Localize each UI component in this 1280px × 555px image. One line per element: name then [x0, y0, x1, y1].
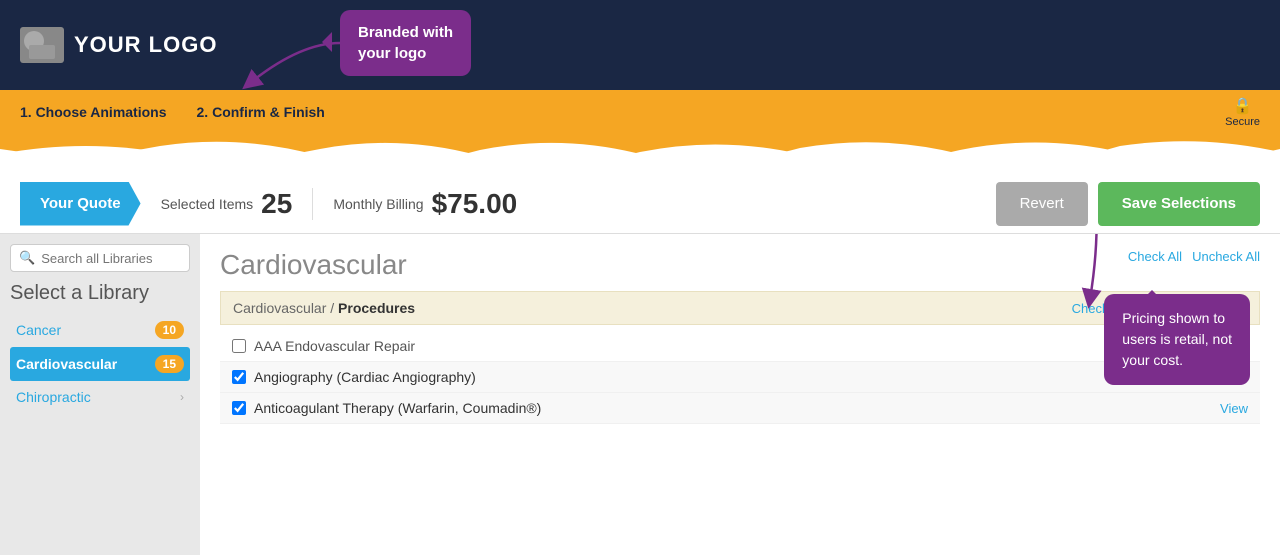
chiropractic-label: Chiropractic [16, 389, 91, 405]
search-input[interactable] [41, 251, 181, 266]
procedure-item-anticoagulant: Anticoagulant Therapy (Warfarin, Coumadi… [220, 393, 1260, 424]
search-icon: 🔍 [19, 250, 35, 266]
quote-actions: Revert Save Selections [996, 182, 1260, 226]
selected-items-label: Selected Items [161, 196, 254, 212]
procedure-label-angiography: Angiography (Cardiac Angiography) [254, 369, 476, 385]
checkbox-angiography[interactable] [232, 370, 246, 384]
content-area: Cardiovascular Check All Uncheck All Car… [200, 234, 1280, 555]
section-title: Cardiovascular [220, 249, 407, 281]
cancer-label: Cancer [16, 322, 61, 338]
sidebar-item-cardiovascular[interactable]: Cardiovascular 15 [10, 347, 190, 381]
cardiovascular-label: Cardiovascular [16, 356, 117, 372]
top-uncheck-all[interactable]: Uncheck All [1192, 249, 1260, 264]
wave-svg [0, 134, 1280, 174]
library-title: Select a Library [10, 282, 190, 305]
revert-button[interactable]: Revert [996, 182, 1088, 226]
lock-icon: 🔒 [1233, 96, 1253, 116]
logo-area: YOUR LOGO [20, 27, 217, 63]
pricing-callout: Pricing shown to users is retail, not yo… [1104, 294, 1250, 385]
selected-items-section: Selected Items 25 [161, 188, 314, 220]
branded-callout: Branded with your logo [340, 10, 471, 76]
search-box[interactable]: 🔍 [10, 244, 190, 272]
view-anticoagulant[interactable]: View [1220, 401, 1248, 416]
billing-section: Monthly Billing $75.00 [333, 188, 995, 220]
sidebar: 🔍 Select a Library Cancer 10 Cardiovascu… [0, 234, 200, 555]
cancer-badge: 10 [155, 321, 184, 339]
your-quote-badge: Your Quote [20, 182, 141, 226]
procedure-label-anticoagulant: Anticoagulant Therapy (Warfarin, Coumadi… [254, 400, 541, 416]
procedure-label-aaa: AAA Endovascular Repair [254, 338, 415, 354]
subsection-title: Cardiovascular / Procedures [233, 300, 415, 316]
billing-label: Monthly Billing [333, 196, 423, 212]
cardiovascular-badge: 15 [155, 355, 184, 373]
selected-items-count: 25 [261, 188, 292, 220]
sidebar-item-chiropractic[interactable]: Chiropractic › [10, 381, 190, 413]
app-header: YOUR LOGO Branded with your logo [0, 0, 1280, 90]
quote-bar: Your Quote Selected Items 25 Monthly Bil… [0, 174, 1280, 234]
top-check-all[interactable]: Check All [1128, 249, 1182, 264]
billing-amount: $75.00 [432, 188, 518, 220]
nav-step1[interactable]: 1. Choose Animations [20, 104, 167, 120]
nav-step2[interactable]: 2. Confirm & Finish [197, 104, 325, 120]
nav-bar: 1. Choose Animations 2. Confirm & Finish… [0, 90, 1280, 134]
save-selections-button[interactable]: Save Selections [1098, 182, 1260, 226]
logo-text: YOUR LOGO [74, 32, 217, 58]
checkbox-anticoagulant[interactable] [232, 401, 246, 415]
nav-secure: 🔒 Secure [1225, 96, 1260, 128]
sidebar-item-cancer[interactable]: Cancer 10 [10, 313, 190, 347]
top-check-actions: Check All Uncheck All [1128, 249, 1260, 264]
main-content: 🔍 Select a Library Cancer 10 Cardiovascu… [0, 234, 1280, 555]
wave-separator [0, 134, 1280, 174]
chevron-right-icon: › [180, 390, 184, 404]
checkbox-aaa[interactable] [232, 339, 246, 353]
logo-icon [20, 27, 64, 63]
content-header: Cardiovascular Check All Uncheck All [220, 249, 1260, 281]
